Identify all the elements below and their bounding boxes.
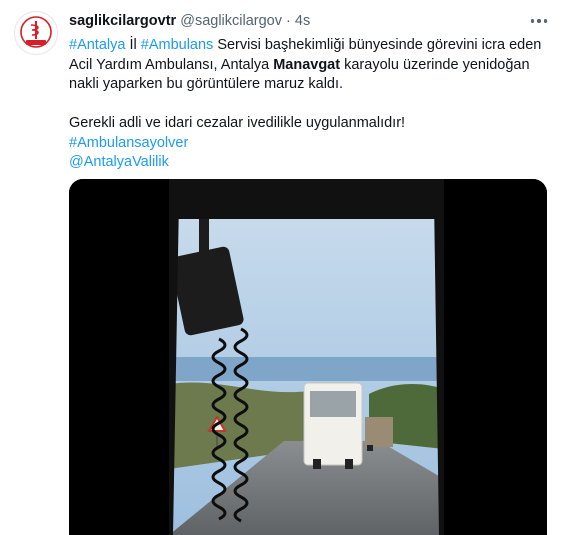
text-line1-rest: Servisi başhekimliği bünyesinde görevini… (213, 37, 542, 53)
text-line-1: #Antalya İl #Ambulans Servisi başhekimli… (69, 36, 549, 56)
tweet-header: saglikcilargovtr @saglikcilargov · 4s (69, 11, 310, 31)
separator-dot: · (286, 13, 291, 29)
ministry-logo-icon (20, 16, 52, 48)
timestamp[interactable]: 4s (295, 13, 310, 29)
avatar[interactable] (14, 11, 58, 55)
text-line-2: Acil Yardım Ambulansı, Antalya Manavgat … (69, 56, 549, 76)
display-name[interactable]: saglikcilargovtr (69, 13, 176, 29)
text-il: İl (125, 37, 141, 53)
hashtag-ambulans[interactable]: #Ambulans (141, 37, 214, 53)
tweet-text: #Antalya İl #Ambulans Servisi başhekimli… (69, 36, 549, 173)
text-line-3: nakli yaparken bu görüntülere maruz kald… (69, 76, 344, 92)
user-handle[interactable]: @saglikcilargov (180, 13, 282, 29)
text-line-4: Gerekli adli ve idari cezalar ivedilikle… (69, 115, 406, 131)
video-frame-image (69, 179, 547, 535)
hashtag-antalya[interactable]: #Antalya (69, 37, 125, 53)
text-manavgat: Manavgat (273, 56, 341, 73)
tweet: saglikcilargovtr @saglikcilargov · 4s #A… (0, 0, 573, 535)
video-player[interactable] (69, 179, 547, 535)
more-options-icon[interactable] (528, 12, 550, 30)
text-line2-b: karayolu üzerinde yenidoğan (340, 56, 530, 73)
text-line2-a: Acil Yardım Ambulansı, Antalya (69, 56, 274, 73)
mention-antalyavalilik[interactable]: @AntalyaValilik (69, 154, 169, 170)
hashtag-ambulansayolver[interactable]: #Ambulansayolver (69, 135, 188, 151)
